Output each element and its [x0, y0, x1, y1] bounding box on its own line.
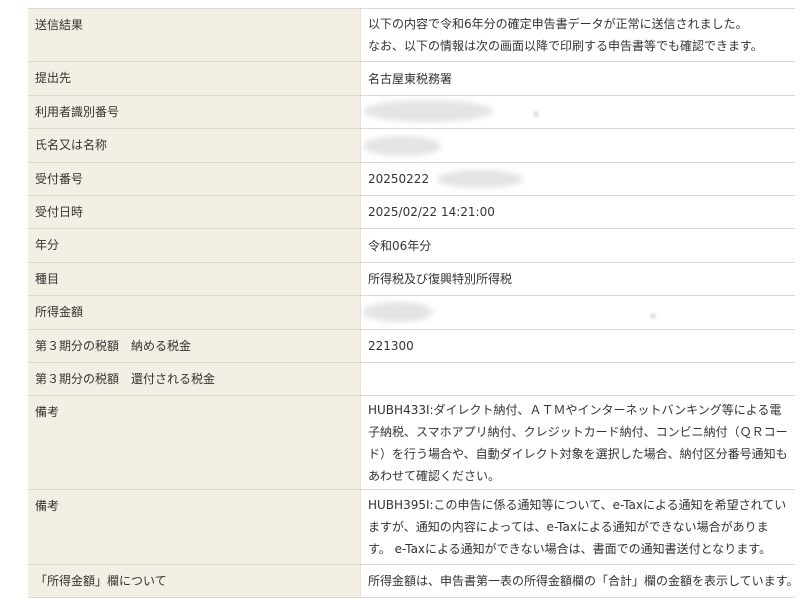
submission-result-table: 送信結果 以下の内容で令和6年分の確定申告書データが正常に送信されました。 なお…	[28, 8, 795, 598]
redaction-blur	[363, 100, 493, 122]
send-result-row: 送信結果 以下の内容で令和6年分の確定申告書データが正常に送信されました。 なお…	[28, 9, 795, 62]
submission-office-row: 提出先 名古屋東税務署	[28, 62, 795, 96]
remarks-value: HUBH433I:ダイレクト納付、ＡＴＭやインターネットバンキング等による電子納…	[360, 396, 795, 489]
third-term-tax-payable-value: 221300	[360, 330, 795, 362]
income-amount-note-value: 所得金額は、申告書第一表の所得金額欄の「合計」欄の金額を表示しています。	[360, 565, 795, 597]
redaction-dot	[533, 111, 539, 117]
income-amount-note-row: 「所得金額」欄について 所得金額は、申告書第一表の所得金額欄の「合計」欄の金額を…	[28, 565, 795, 598]
user-id-label: 利用者識別番号	[28, 96, 360, 128]
third-term-tax-payable-label: 第３期分の税額 納める税金	[28, 330, 360, 362]
redaction-blur	[363, 136, 441, 156]
user-id-row: 利用者識別番号	[28, 96, 795, 129]
receipt-datetime-label: 受付日時	[28, 196, 360, 228]
redaction-blur	[437, 170, 523, 188]
send-result-value: 以下の内容で令和6年分の確定申告書データが正常に送信されました。 なお、以下の情…	[360, 9, 795, 61]
name-value	[360, 129, 795, 162]
income-amount-row: 所得金額	[28, 296, 795, 330]
third-term-tax-refund-value	[360, 363, 795, 395]
income-amount-value	[360, 296, 795, 329]
submission-office-label: 提出先	[28, 62, 360, 95]
receipt-datetime-value: 2025/02/22 14:21:00	[360, 196, 795, 228]
redaction-blur	[363, 302, 433, 322]
tax-category-row: 種目 所得税及び復興特別所得税	[28, 263, 795, 296]
submission-office-value: 名古屋東税務署	[360, 62, 795, 95]
tax-year-row: 年分 令和06年分	[28, 229, 795, 263]
send-result-label: 送信結果	[28, 9, 360, 61]
income-amount-label: 所得金額	[28, 296, 360, 329]
income-amount-note-label: 「所得金額」欄について	[28, 565, 360, 597]
remarks-row: 備考 HUBH395I:この申告に係る通知等について、e-Taxによる通知を希望…	[28, 490, 795, 565]
tax-year-label: 年分	[28, 229, 360, 262]
receipt-datetime-row: 受付日時 2025/02/22 14:21:00	[28, 196, 795, 229]
remarks-value: HUBH395I:この申告に係る通知等について、e-Taxによる通知を希望されて…	[360, 490, 795, 564]
third-term-tax-payable-row: 第３期分の税額 納める税金 221300	[28, 330, 795, 363]
redaction-dot	[650, 313, 656, 319]
remarks-label: 備考	[28, 490, 360, 564]
name-label: 氏名又は名称	[28, 129, 360, 162]
user-id-value	[360, 96, 795, 128]
remarks-label: 備考	[28, 396, 360, 489]
receipt-number-value: 20250222	[360, 163, 795, 195]
remarks-row: 備考 HUBH433I:ダイレクト納付、ＡＴＭやインターネットバンキング等による…	[28, 396, 795, 490]
tax-category-value: 所得税及び復興特別所得税	[360, 263, 795, 295]
tax-year-value: 令和06年分	[360, 229, 795, 262]
name-row: 氏名又は名称	[28, 129, 795, 163]
tax-category-label: 種目	[28, 263, 360, 295]
third-term-tax-refund-label: 第３期分の税額 還付される税金	[28, 363, 360, 395]
send-result-message-line: 以下の内容で令和6年分の確定申告書データが正常に送信されました。	[368, 17, 748, 31]
third-term-tax-refund-row: 第３期分の税額 還付される税金	[28, 363, 795, 396]
receipt-number-label: 受付番号	[28, 163, 360, 195]
receipt-number-row: 受付番号 20250222	[28, 163, 795, 196]
send-result-message-line: なお、以下の情報は次の画面以降で印刷する申告書等でも確認できます。	[368, 39, 763, 53]
